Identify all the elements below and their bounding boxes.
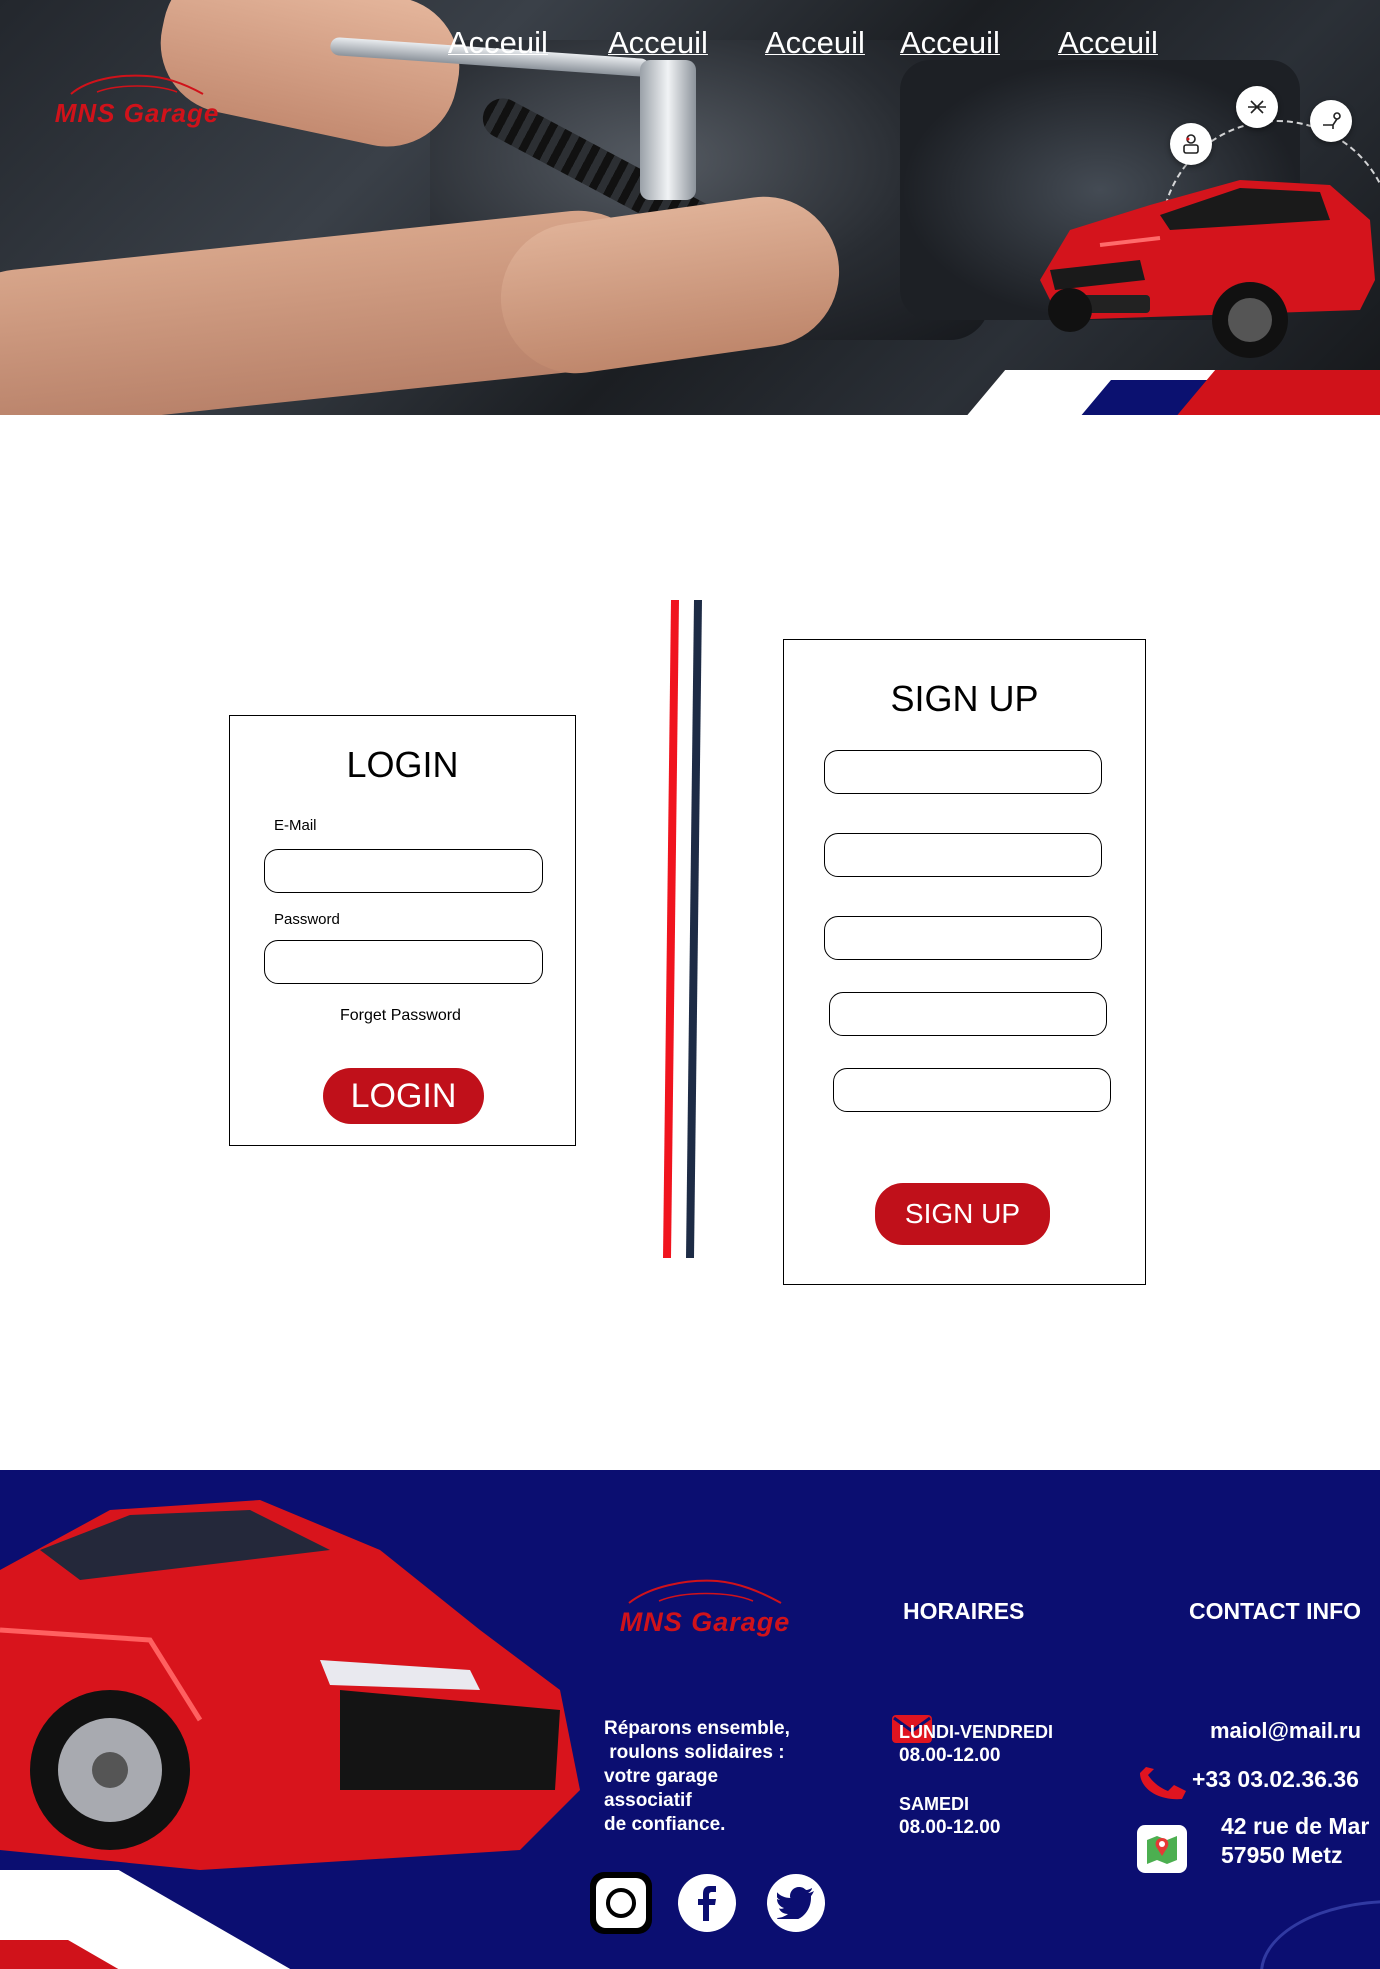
nav-item-acceuil[interactable]: Acceuil xyxy=(1058,25,1158,61)
login-panel: LOGIN E-Mail Password Forget Password LO… xyxy=(229,715,576,1146)
login-title: LOGIN xyxy=(346,744,459,785)
hours-day: LUNDI-VENDREDI xyxy=(899,1722,1054,1742)
signup-field[interactable] xyxy=(824,833,1102,877)
password-field[interactable] xyxy=(264,940,543,984)
car-silhouette-icon xyxy=(628,1579,782,1604)
lift-icon[interactable] xyxy=(1236,86,1278,128)
form-divider xyxy=(663,599,702,1259)
footer-ring xyxy=(1260,1900,1380,1969)
contact-title: CONTACT INFO xyxy=(1189,1598,1362,1624)
map-icon[interactable] xyxy=(1137,1825,1187,1873)
email-label: E-Mail xyxy=(274,817,317,834)
facebook-icon[interactable] xyxy=(678,1874,736,1932)
brand-name: MNS Garage xyxy=(54,98,220,128)
divider-navy-line xyxy=(686,599,702,1259)
contact-email[interactable]: maiol@mail.ru xyxy=(1210,1719,1361,1743)
hours-title: HORAIRES xyxy=(903,1598,1025,1624)
red-sedan-image xyxy=(0,1500,580,1870)
email-field[interactable] xyxy=(264,849,543,893)
signup-field[interactable] xyxy=(824,916,1102,960)
contact-address-line: 42 rue de Mar xyxy=(1221,1813,1370,1839)
hours-time: 08.00-12.00 xyxy=(899,1745,1001,1766)
mechanic-icon[interactable] xyxy=(1170,123,1212,165)
password-label: Password xyxy=(274,911,340,928)
instagram-icon[interactable] xyxy=(590,1872,652,1934)
hero-banner: MNS Garage Acceuil Acceuil Acceuil Acceu… xyxy=(0,0,1380,415)
hours-day: SAMEDI xyxy=(899,1794,970,1814)
footer: MNS Garage Réparons ensemble, roulons so… xyxy=(0,1470,1380,1969)
signup-field[interactable] xyxy=(833,1068,1111,1112)
nav-item-acceuil[interactable]: Acceuil xyxy=(448,25,548,61)
contact-phone[interactable]: +33 03.02.36.36 xyxy=(1192,1767,1359,1791)
footer-brand-logo[interactable]: MNS Garage xyxy=(600,1575,810,1638)
contact-address-line: 57950 Metz xyxy=(1221,1842,1343,1868)
signup-field[interactable] xyxy=(829,992,1107,1036)
divider-red-line xyxy=(663,599,679,1259)
nav-item-acceuil[interactable]: Acceuil xyxy=(900,25,1000,61)
brand-logo[interactable]: MNS Garage xyxy=(42,70,232,129)
nav-item-acceuil[interactable]: Acceuil xyxy=(765,25,865,61)
signup-title: SIGN UP xyxy=(890,678,1039,719)
phone-icon xyxy=(1140,1767,1186,1800)
red-suv-image xyxy=(1040,180,1375,358)
wrench-socket xyxy=(640,60,696,200)
car-silhouette-icon xyxy=(70,74,204,95)
repair-icon[interactable] xyxy=(1310,100,1352,142)
nav-item-acceuil[interactable]: Acceuil xyxy=(608,25,708,61)
forgot-password-link[interactable]: Forget Password xyxy=(340,1007,461,1025)
twitter-icon[interactable] xyxy=(767,1874,825,1932)
footer-tagline: Réparons ensemble, roulons solidaires : … xyxy=(604,1718,790,1835)
signup-field[interactable] xyxy=(824,750,1102,794)
signup-button[interactable]: SIGN UP xyxy=(875,1183,1050,1245)
footer-brand-name: MNS Garage xyxy=(619,1607,791,1637)
signup-panel: SIGN UP SIGN UP xyxy=(783,639,1146,1285)
login-button[interactable]: LOGIN xyxy=(323,1068,484,1124)
hours-time: 08.00-12.00 xyxy=(899,1817,1001,1838)
